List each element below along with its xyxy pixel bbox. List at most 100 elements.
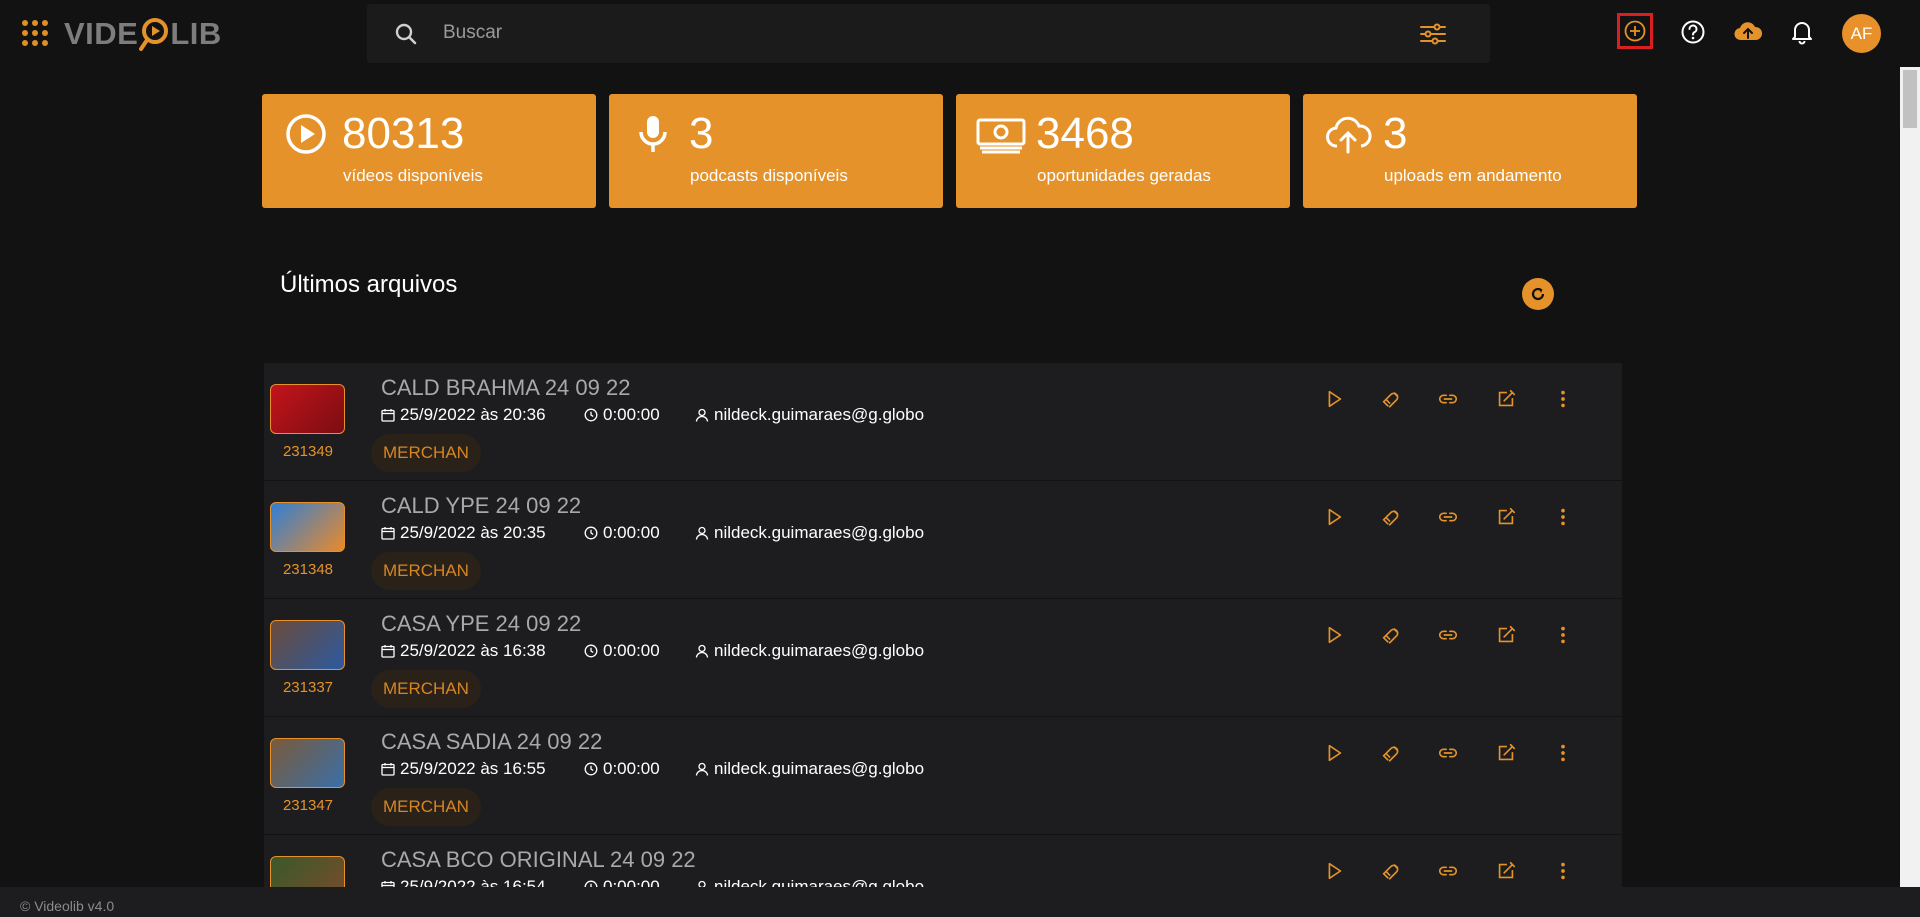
file-title[interactable]: CALD BRAHMA 24 09 22 [381,375,630,401]
play-button[interactable] [1320,621,1348,649]
video-thumbnail[interactable] [270,384,345,434]
cloud-upload-icon [1734,22,1763,41]
file-title[interactable]: CALD YPE 24 09 22 [381,493,581,519]
logo-text-left: VIDE [64,16,139,51]
copy-link-button[interactable] [1434,739,1462,767]
list-item[interactable]: 231348 CALD YPE 24 09 22 25/9/2022 às 20:3… [264,481,1622,598]
file-user-text: nildeck.guimaraes@g.globo [714,641,925,660]
notifications-button[interactable] [1785,15,1819,49]
opportunity-button[interactable] [1377,503,1405,531]
edit-button[interactable] [1492,857,1520,885]
more-options-button[interactable] [1549,503,1577,531]
edit-button[interactable] [1492,503,1520,531]
more-options-button[interactable] [1549,621,1577,649]
file-id[interactable]: 231348 [264,561,352,578]
opportunity-button[interactable] [1377,739,1405,767]
filter-sliders-icon[interactable] [1419,22,1447,46]
file-id[interactable]: 231347 [264,797,352,814]
upload-button[interactable] [1731,15,1765,49]
more-options-button[interactable] [1549,857,1577,885]
play-button[interactable] [1320,385,1348,413]
video-thumbnail[interactable] [270,502,345,552]
edit-icon [1498,507,1516,525]
more-vertical-icon [1561,626,1565,644]
link-icon [1438,630,1458,640]
link-icon [1438,512,1458,522]
more-vertical-icon [1561,390,1565,408]
edit-icon [1498,861,1516,879]
edit-icon [1498,625,1516,643]
edit-icon [1498,389,1516,407]
file-user: nildeck.guimaraes@g.globo [695,877,924,887]
user-icon [695,526,709,540]
play-button[interactable] [1320,503,1348,531]
videolib-logo[interactable]: VIDE LIB [64,14,222,54]
scrollbar[interactable] [1900,67,1920,887]
file-date: 25/9/2022 às 20:36 [381,405,546,425]
user-avatar[interactable]: AF [1842,14,1881,53]
calendar-icon [381,409,395,422]
link-icon [1438,748,1458,758]
search-icon[interactable] [394,22,418,46]
clock-icon [584,880,598,887]
video-thumbnail[interactable] [270,620,345,670]
edit-button[interactable] [1492,739,1520,767]
stat-label: uploads em andamento [1384,166,1562,185]
stat-label: vídeos disponíveis [343,166,483,185]
user-icon [695,644,709,658]
edit-button[interactable] [1492,621,1520,649]
list-item[interactable]: 231337 CASA YPE 24 09 22 25/9/2022 às 16:3… [264,599,1622,716]
file-id[interactable]: 231349 [264,443,352,460]
video-thumbnail[interactable] [270,738,345,788]
file-date: 25/9/2022 às 16:54 [381,877,546,887]
more-options-button[interactable] [1549,385,1577,413]
edit-button[interactable] [1492,385,1520,413]
file-user-text: nildeck.guimaraes@g.globo [714,759,925,778]
file-duration: 0:00:00 [584,877,660,887]
file-date-text: 25/9/2022 às 16:38 [400,641,546,660]
video-thumbnail[interactable] [270,856,345,887]
category-tag[interactable]: MERCHAN [371,788,481,826]
play-button[interactable] [1320,857,1348,885]
calendar-icon [381,881,395,887]
file-list: 231349 CALD BRAHMA 24 09 22 25/9/2022 às 2… [264,363,1622,887]
opportunity-button[interactable] [1377,385,1405,413]
list-item[interactable]: 231349 CALD BRAHMA 24 09 22 25/9/2022 às 2… [264,363,1622,480]
file-duration-text: 0:00:00 [603,877,660,887]
category-tag[interactable]: MERCHAN [371,552,481,590]
copy-link-button[interactable] [1434,385,1462,413]
category-tag[interactable]: MERCHAN [371,670,481,708]
file-title[interactable]: CASA YPE 24 09 22 [381,611,581,637]
copy-link-button[interactable] [1434,503,1462,531]
file-date-text: 25/9/2022 às 20:35 [400,523,546,542]
opportunity-button[interactable] [1377,621,1405,649]
file-id[interactable]: 231337 [264,679,352,696]
file-duration: 0:00:00 [584,641,660,661]
stat-label: podcasts disponíveis [690,166,848,185]
copy-link-button[interactable] [1434,621,1462,649]
file-title[interactable]: CASA SADIA 24 09 22 [381,729,602,755]
play-icon [1328,744,1342,762]
search-input[interactable] [443,16,1343,50]
top-bar: VIDE LIB Buscar AF [0,0,1920,67]
help-button[interactable] [1676,15,1710,49]
add-button[interactable] [1617,13,1653,49]
apps-grid-icon[interactable] [22,20,48,46]
scrollbar-thumb[interactable] [1903,70,1917,128]
edit-icon [1498,743,1516,761]
file-duration: 0:00:00 [584,405,660,425]
clock-icon [584,762,598,776]
file-duration-text: 0:00:00 [603,405,660,424]
file-duration: 0:00:00 [584,759,660,779]
opportunity-button[interactable] [1377,857,1405,885]
copy-link-button[interactable] [1434,857,1462,885]
list-item[interactable]: 231347 CASA SADIA 24 09 22 25/9/2022 às 16… [264,717,1622,834]
more-options-button[interactable] [1549,739,1577,767]
clock-icon [584,644,598,658]
refresh-button[interactable] [1522,278,1554,310]
calendar-icon [381,763,395,776]
category-tag[interactable]: MERCHAN [371,434,481,472]
file-title[interactable]: CASA BCO ORIGINAL 24 09 22 [381,847,696,873]
play-button[interactable] [1320,739,1348,767]
list-item[interactable]: CASA BCO ORIGINAL 24 09 22 25/9/2022 às 1… [264,835,1622,887]
